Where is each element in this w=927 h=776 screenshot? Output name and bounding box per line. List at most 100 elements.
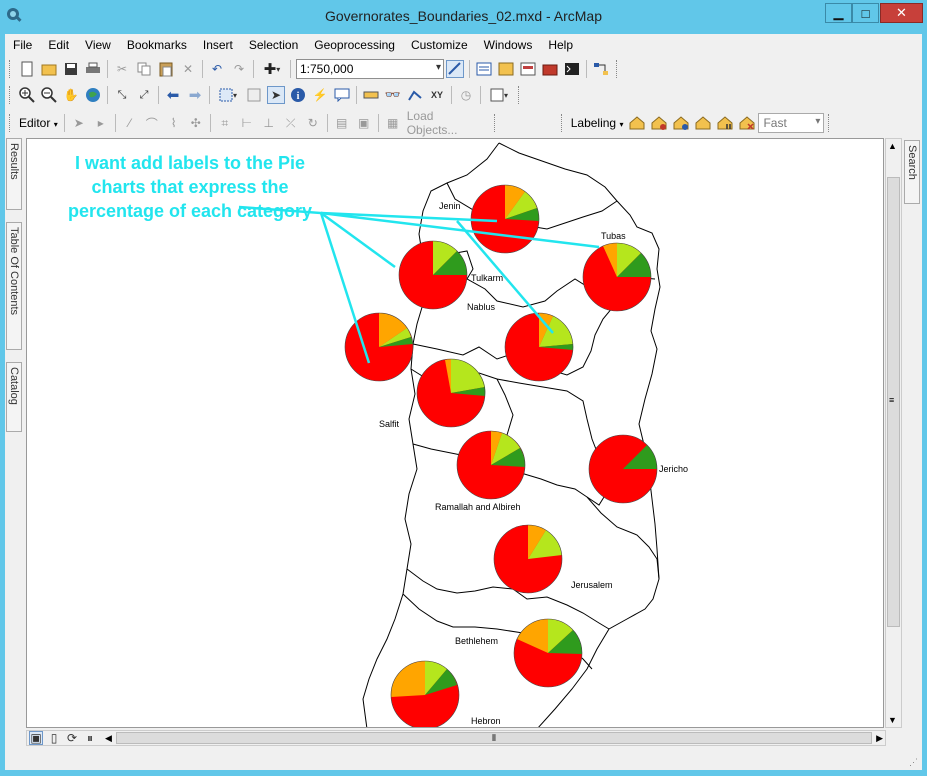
- search-window-icon[interactable]: [519, 60, 537, 78]
- edit-annotation-icon[interactable]: ▸: [92, 114, 110, 132]
- new-document-icon[interactable]: [18, 60, 36, 78]
- pause-labeling-icon[interactable]: [716, 114, 734, 132]
- menu-file[interactable]: File: [5, 38, 40, 52]
- data-view-button[interactable]: ▣: [29, 731, 43, 745]
- create-viewer-window-icon[interactable]: ▾: [486, 86, 512, 104]
- split-icon[interactable]: ⊥: [260, 114, 278, 132]
- pie-chart-nablus[interactable]: [504, 312, 574, 382]
- html-popup-icon[interactable]: [333, 86, 351, 104]
- horizontal-scrollbar[interactable]: ▣ ▯ ⟳ ⏸ ◀ ⦀ ▶: [26, 730, 886, 746]
- scroll-up-icon[interactable]: ▲: [888, 141, 897, 151]
- label-quality-select[interactable]: Fast ▾: [758, 113, 825, 133]
- pie-chart-jenin[interactable]: [470, 184, 540, 254]
- scroll-left-icon[interactable]: ◀: [105, 733, 112, 744]
- forward-arrow-icon[interactable]: ➡: [186, 86, 204, 104]
- labeling-menu-button[interactable]: Labeling ▾: [568, 116, 627, 130]
- identify-icon[interactable]: i: [289, 86, 307, 104]
- map-scale-combobox[interactable]: 1:750,000 ▾: [296, 59, 444, 79]
- attributes-icon[interactable]: ▤: [333, 114, 351, 132]
- delete-icon[interactable]: ✕: [179, 60, 197, 78]
- full-extent-globe-icon[interactable]: [84, 86, 102, 104]
- add-data-icon[interactable]: ✚ ▾: [259, 60, 285, 78]
- cut-icon[interactable]: ✂: [113, 60, 131, 78]
- pie-chart-hebron[interactable]: [390, 660, 460, 728]
- reshape-icon[interactable]: ⊢: [238, 114, 256, 132]
- load-objects-button[interactable]: Load Objects...: [404, 109, 490, 137]
- edit-tool-icon[interactable]: ➤: [70, 114, 88, 132]
- maximize-button[interactable]: □: [852, 3, 879, 23]
- toolbar-grip[interactable]: [9, 60, 13, 78]
- toolbar-grip[interactable]: [616, 60, 620, 78]
- search-tab[interactable]: Search: [904, 140, 920, 204]
- minimize-button[interactable]: ▁: [825, 3, 852, 23]
- model-builder-icon[interactable]: [592, 60, 610, 78]
- menu-customize[interactable]: Customize: [403, 38, 476, 52]
- editor-menu-button[interactable]: Editor ▾: [16, 116, 61, 130]
- toolbar-grip[interactable]: [493, 114, 498, 132]
- select-elements-arrow-icon[interactable]: ➤: [267, 86, 285, 104]
- redo-icon[interactable]: ↷: [230, 60, 248, 78]
- toolbar-grip[interactable]: [9, 86, 13, 104]
- pie-chart-bethlehem[interactable]: [513, 618, 583, 688]
- arctoolbox-icon[interactable]: [541, 60, 559, 78]
- cut-polygons-icon[interactable]: ⤫: [282, 114, 300, 132]
- catalog-window-icon[interactable]: [497, 60, 515, 78]
- close-button[interactable]: ✕: [880, 3, 923, 23]
- menu-edit[interactable]: Edit: [40, 38, 77, 52]
- toolbar-grip[interactable]: [518, 86, 522, 104]
- editor-toolbar-icon[interactable]: [446, 60, 464, 78]
- menu-help[interactable]: Help: [540, 38, 581, 52]
- edit-vertices-icon[interactable]: ⌗: [216, 114, 234, 132]
- catalog-tab[interactable]: Catalog: [6, 362, 22, 432]
- label-priority-icon[interactable]: [650, 114, 668, 132]
- undo-icon[interactable]: ↶: [208, 60, 226, 78]
- fixed-zoom-in-icon[interactable]: ⤡: [113, 86, 131, 104]
- scroll-down-icon[interactable]: ▼: [888, 715, 897, 725]
- refresh-view-icon[interactable]: ⟳: [65, 731, 79, 745]
- toolbar-grip[interactable]: [828, 114, 832, 132]
- find-route-icon[interactable]: [406, 86, 424, 104]
- label-manager-icon[interactable]: [628, 114, 646, 132]
- sketch-properties-icon[interactable]: ▣: [355, 114, 373, 132]
- paste-icon[interactable]: [157, 60, 175, 78]
- label-weights-icon[interactable]: [672, 114, 690, 132]
- scroll-right-icon[interactable]: ▶: [876, 733, 883, 744]
- table-of-contents-tab[interactable]: Table Of Contents: [6, 222, 22, 350]
- pie-chart-salfit[interactable]: [416, 358, 486, 428]
- back-arrow-icon[interactable]: ⬅: [164, 86, 182, 104]
- vertical-scrollbar[interactable]: ▲ ≡ ▼: [885, 138, 902, 728]
- pie-chart-ramallah[interactable]: [456, 430, 526, 500]
- select-features-icon[interactable]: ▾: [215, 86, 241, 104]
- toolbar-grip[interactable]: [560, 114, 565, 132]
- menu-insert[interactable]: Insert: [195, 38, 241, 52]
- chevron-down-icon[interactable]: ▾: [815, 116, 820, 127]
- open-folder-icon[interactable]: [40, 60, 58, 78]
- load-objects-icon[interactable]: ▦: [384, 114, 402, 132]
- zoom-out-icon[interactable]: [40, 86, 58, 104]
- layout-view-button[interactable]: ▯: [47, 731, 61, 745]
- find-binoculars-icon[interactable]: 👓: [384, 86, 402, 104]
- hyperlink-icon[interactable]: ⚡: [311, 86, 329, 104]
- measure-icon[interactable]: [362, 86, 380, 104]
- pie-chart-tulkarm[interactable]: [398, 240, 468, 310]
- clear-selection-icon[interactable]: [245, 86, 263, 104]
- menu-view[interactable]: View: [77, 38, 119, 52]
- toolbar-grip[interactable]: [9, 114, 13, 132]
- horizontal-scroll-thumb[interactable]: ⦀: [115, 732, 873, 744]
- pan-hand-icon[interactable]: ✋: [62, 86, 80, 104]
- straight-segment-icon[interactable]: ⁄: [121, 114, 139, 132]
- python-window-icon[interactable]: [563, 60, 581, 78]
- zoom-in-icon[interactable]: [18, 86, 36, 104]
- pie-chart-jerusalem[interactable]: [493, 524, 563, 594]
- trace-icon[interactable]: ⌇: [165, 114, 183, 132]
- menu-selection[interactable]: Selection: [241, 38, 306, 52]
- menu-bookmarks[interactable]: Bookmarks: [119, 38, 195, 52]
- results-tab[interactable]: Results: [6, 138, 22, 210]
- fixed-zoom-out-icon[interactable]: ⤢: [135, 86, 153, 104]
- copy-icon[interactable]: [135, 60, 153, 78]
- lock-labels-icon[interactable]: [694, 114, 712, 132]
- map-display[interactable]: Jenin Tubas Tulkarm Nablus Salfit Jerich…: [26, 138, 884, 728]
- resize-grip-icon[interactable]: ⋰: [909, 757, 918, 768]
- print-icon[interactable]: [84, 60, 102, 78]
- chevron-down-icon[interactable]: ▾: [436, 62, 441, 73]
